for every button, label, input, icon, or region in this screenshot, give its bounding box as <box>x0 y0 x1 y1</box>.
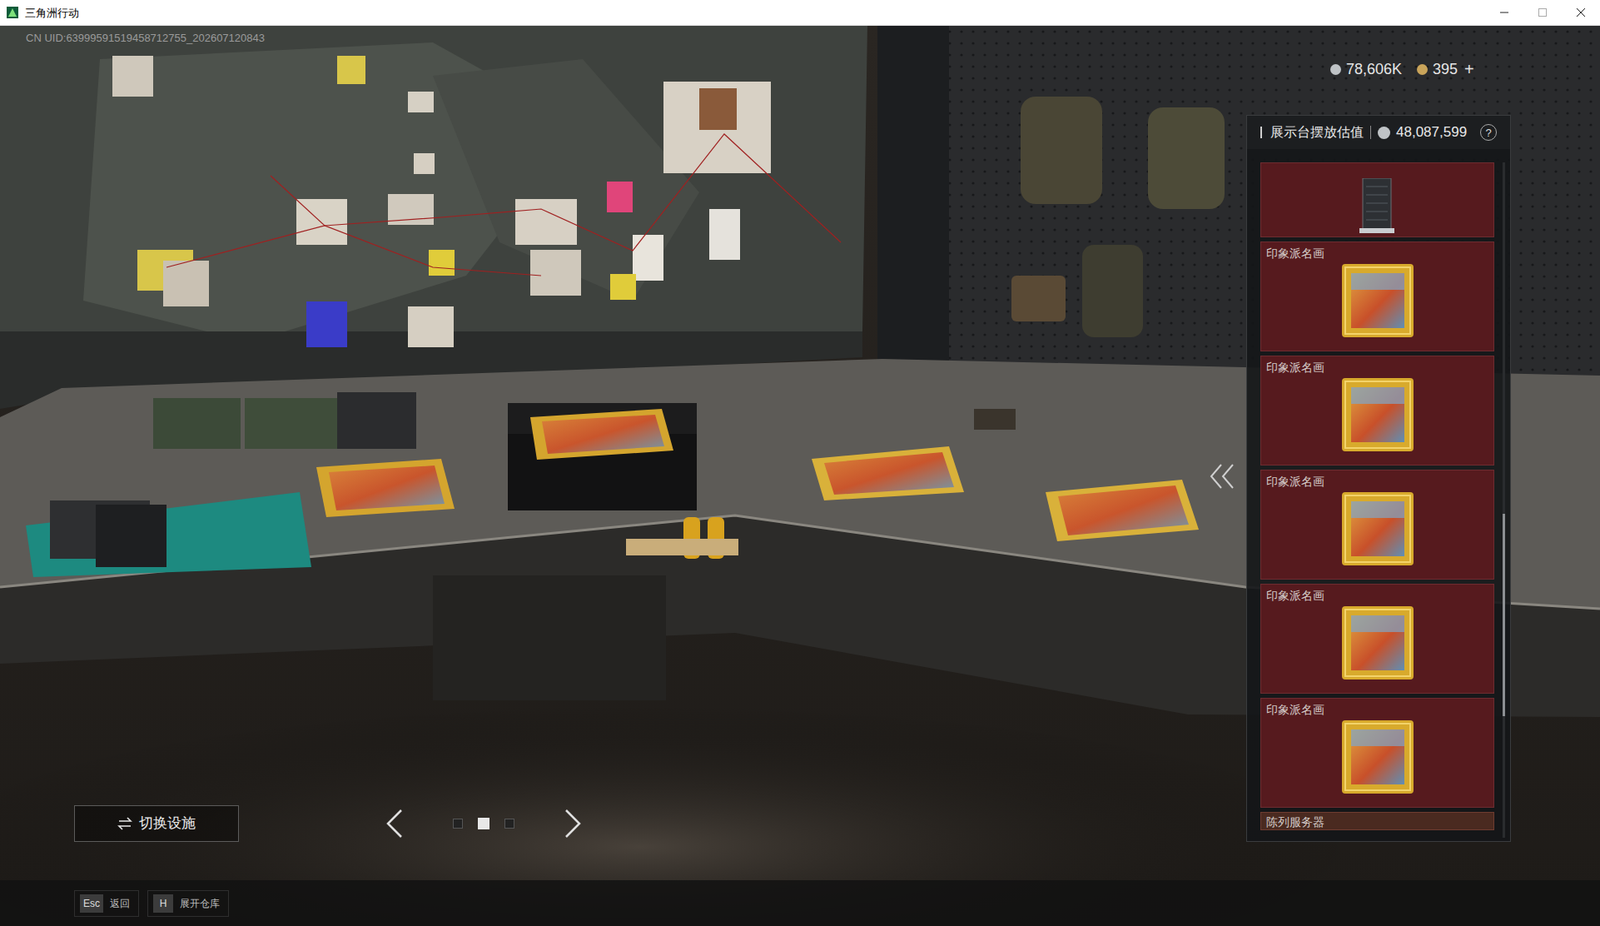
prev-arrow-icon[interactable] <box>382 806 407 840</box>
close-icon[interactable] <box>1561 0 1600 25</box>
painting <box>811 446 964 501</box>
painting-icon <box>1261 716 1494 800</box>
hud: CN UID:63999591519458712755_202607120843… <box>0 25 1600 926</box>
item-name: 印象派名画 <box>1261 356 1494 375</box>
item-card[interactable]: 陈列服务器 <box>1260 811 1495 830</box>
pager <box>382 806 585 840</box>
map-board <box>0 25 868 409</box>
item-name: 印象派名画 <box>1261 470 1494 489</box>
app-logo-icon <box>6 6 19 19</box>
key-cap: H <box>153 894 174 913</box>
panel-body: 印象派名画印象派名画印象派名画印象派名画印象派名画陈列服务器 <box>1247 149 1511 841</box>
swap-icon <box>117 816 133 830</box>
item-card[interactable]: 印象派名画 <box>1260 241 1495 352</box>
scrollbar-thumb[interactable] <box>1502 513 1506 716</box>
app-window: 三角洲行动 <box>0 0 1600 926</box>
hotkey-hint[interactable]: Esc 返回 <box>74 889 140 917</box>
item-card[interactable] <box>1260 162 1495 238</box>
switch-facility-label: 切换设施 <box>139 814 196 833</box>
item-card[interactable]: 印象派名画 <box>1260 469 1495 580</box>
hotkey-label: 返回 <box>109 896 134 910</box>
window-title: 三角洲行动 <box>24 7 80 19</box>
currency-amount: 78,606K <box>1346 59 1402 79</box>
switch-facility-button[interactable]: 切换设施 <box>74 804 239 842</box>
cutting-mat <box>25 491 312 577</box>
silver-coin-icon <box>1377 126 1391 140</box>
item-name: 印象派名画 <box>1261 698 1494 717</box>
hint-bar: Esc 返回 H 展开仓库 <box>0 879 1600 926</box>
painting-icon <box>1261 602 1494 686</box>
item-card[interactable]: 印象派名画 <box>1260 697 1495 808</box>
gold-coin-icon <box>1416 64 1428 75</box>
page-dot[interactable] <box>452 818 463 829</box>
panel-header: 展示台摆放估值 48,087,599? <box>1247 115 1511 150</box>
page-dot[interactable] <box>477 817 490 830</box>
painting <box>316 458 455 517</box>
item-list: 印象派名画印象派名画印象派名画印象派名画印象派名画陈列服务器 <box>1247 149 1511 841</box>
currency: 78,606K <box>1330 59 1402 79</box>
collapse-icon[interactable] <box>1207 461 1238 492</box>
item-card[interactable]: 印象派名画 <box>1260 355 1495 466</box>
painting <box>1045 479 1199 542</box>
scrollbar-track <box>1502 162 1506 838</box>
game-view: CN UID:63999591519458712755_202607120843… <box>0 25 1600 926</box>
hotkey-hint[interactable]: H 展开仓库 <box>147 889 229 917</box>
next-arrow-icon[interactable] <box>561 806 585 840</box>
panel-title: 展示台摆放估值 <box>1270 124 1364 141</box>
item-name: 印象派名画 <box>1261 242 1494 261</box>
painting-icon <box>1261 374 1494 458</box>
silver-coin-icon <box>1330 64 1342 75</box>
currency-bar: 78,606K 395 + <box>1330 59 1475 79</box>
backpacks <box>1011 96 1225 338</box>
painting-icon <box>1261 488 1494 572</box>
item-name: 印象派名画 <box>1261 584 1494 603</box>
minimize-icon[interactable] <box>1485 0 1524 25</box>
uid-label: CN UID:63999591519458712755_202607120843 <box>25 31 265 45</box>
panel-value: 48,087,599 <box>1396 124 1467 141</box>
header-accent <box>1260 126 1263 139</box>
item-card[interactable]: 印象派名画 <box>1260 583 1495 694</box>
key-cap: Esc <box>79 894 104 913</box>
painting <box>530 408 674 460</box>
item-name: 陈列服务器 <box>1261 812 1494 830</box>
hotkey-label: 展开仓库 <box>179 896 224 910</box>
add-currency-button[interactable]: + <box>1464 59 1475 79</box>
window-controls <box>1485 0 1600 25</box>
server-icon <box>1356 178 1400 237</box>
title-bar: 三角洲行动 <box>0 0 1600 26</box>
painting-icon <box>1261 260 1494 344</box>
display-panel: 展示台摆放估值48,087,599?印象派名画印象派名画印象派名画印象派名画印象… <box>1246 114 1511 842</box>
header-divider <box>1370 125 1372 140</box>
help-button[interactable]: ? <box>1480 124 1497 141</box>
page-dot[interactable] <box>504 818 515 829</box>
currency-amount: 395 <box>1432 59 1458 79</box>
maximize-icon[interactable] <box>1523 0 1562 25</box>
currency: 395 <box>1416 59 1458 79</box>
